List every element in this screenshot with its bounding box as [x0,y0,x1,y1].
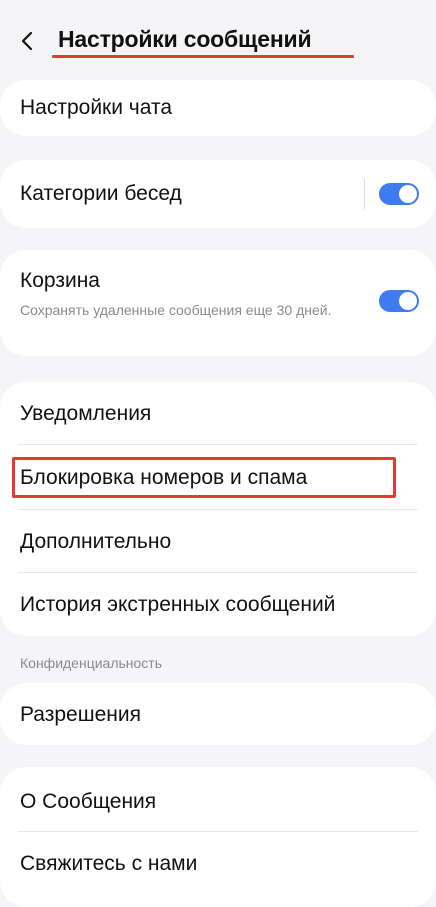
notifications-row[interactable]: Уведомления [0,382,436,444]
chat-settings-card: Настройки чата [0,80,436,136]
title-annotation-underline [52,55,354,58]
toggle-knob [399,292,417,310]
block-numbers-spam-row[interactable]: Блокировка номеров и спама [0,445,436,509]
toggle-separator [364,179,365,209]
permissions-label: Разрешения [20,703,141,726]
advanced-label: Дополнительно [20,530,172,553]
trash-toggle[interactable] [379,290,419,312]
conversation-categories-row[interactable]: Категории бесед [0,160,436,228]
back-button[interactable] [16,26,42,56]
trash-row[interactable]: Корзина Сохранять удаленные сообщения ещ… [0,250,436,356]
permissions-row[interactable]: Разрешения [0,683,436,745]
about-label: О Сообщения [20,790,157,813]
emergency-history-label: История экстренных сообщений [20,593,336,616]
conversation-categories-label: Категории бесед [20,182,182,205]
advanced-row[interactable]: Дополнительно [0,510,436,572]
permissions-card: Разрешения [0,683,436,745]
trash-card: Корзина Сохранять удаленные сообщения ещ… [0,250,436,356]
conversation-categories-toggle[interactable] [379,183,419,205]
contact-us-row[interactable]: Свяжитесь с нами [0,832,436,892]
page-title: Настройки сообщений [58,26,312,52]
trash-description: Сохранять удаленные сообщения еще 30 дне… [20,302,332,318]
chevron-left-icon [21,31,33,51]
trash-label: Корзина [20,269,100,292]
block-numbers-spam-label: Блокировка номеров и спама [20,466,308,489]
contact-us-label: Свяжитесь с нами [20,852,198,875]
categories-card: Категории бесед [0,160,436,228]
emergency-history-row[interactable]: История экстренных сообщений [0,573,436,636]
chat-settings-row[interactable]: Настройки чата [0,80,436,136]
app-header: Настройки сообщений [0,0,436,80]
about-card: О Сообщения Свяжитесь с нами [0,767,436,907]
chat-settings-label: Настройки чата [20,96,173,119]
main-settings-card: Уведомления Блокировка номеров и спама Д… [0,382,436,636]
about-row[interactable]: О Сообщения [0,767,436,831]
toggle-knob [399,185,417,203]
notifications-label: Уведомления [20,402,152,425]
page-title-wrap: Настройки сообщений [52,26,354,58]
privacy-section-header: Конфиденциальность [20,655,163,671]
